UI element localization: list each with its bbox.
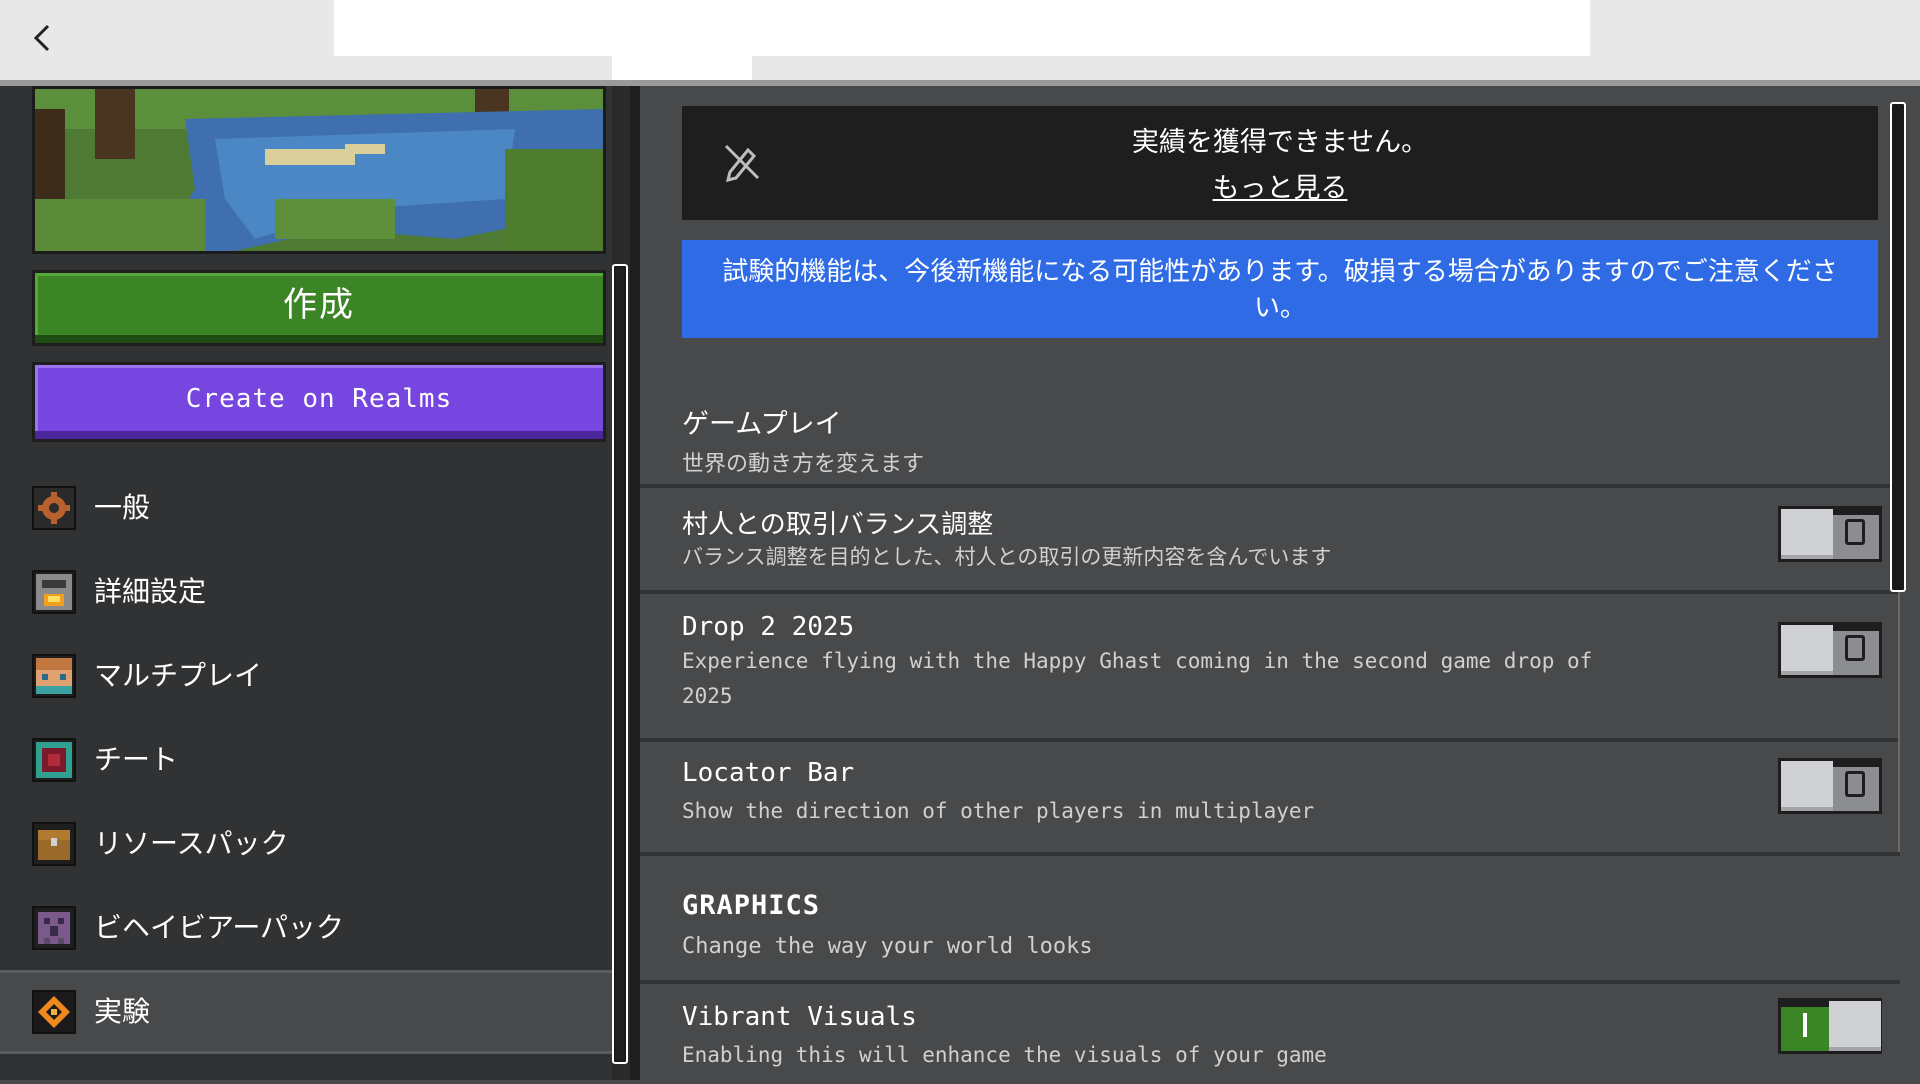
sidebar: 作成 Create on Realms 一般 詳細設定 マルチプレイ チート リ… — [0, 86, 630, 1080]
setting-description: Enabling this will enhance the visuals o… — [682, 1043, 1327, 1067]
chest-icon — [32, 822, 76, 866]
setting-row-villager-trade: 村人との取引バランス調整 バランス調整を目的とした、村人との取引の更新内容を含ん… — [640, 484, 1900, 584]
content-scrollbar-thumb[interactable] — [1890, 102, 1906, 592]
achievement-warning: 実績を獲得できません。 もっと見る — [682, 106, 1878, 220]
create-button[interactable]: 作成 — [32, 270, 606, 346]
sidebar-item-label: リソースパック — [94, 827, 289, 860]
achievement-warning-text: 実績を獲得できません。 — [1131, 127, 1429, 158]
setting-row-locator-bar: Locator Bar Show the direction of other … — [640, 738, 1900, 844]
toggle-knob — [1781, 509, 1833, 559]
setting-title: Drop 2 2025 — [682, 612, 855, 642]
toggle-knob — [1829, 1001, 1881, 1051]
sidebar-content: 作成 Create on Realms 一般 詳細設定 マルチプレイ チート リ… — [0, 86, 612, 1080]
section-subtitle-graphics: Change the way your world looks — [682, 934, 1093, 959]
furnace-icon — [32, 570, 76, 614]
sidebar-item-resource-packs[interactable]: リソースパック — [0, 802, 612, 886]
villager-trade-toggle[interactable] — [1778, 506, 1882, 562]
toggle-off-glyph — [1845, 635, 1865, 661]
sidebar-item-label: 一般 — [94, 491, 151, 524]
content-scrollbar-track[interactable] — [1898, 592, 1900, 852]
section-subtitle-gameplay: 世界の動き方を変えます — [682, 452, 925, 477]
setting-description: バランス調整を目的とした、村人との取引の更新内容を含んでいます — [682, 545, 1332, 569]
back-button[interactable] — [22, 18, 62, 58]
create-on-realms-button[interactable]: Create on Realms — [32, 362, 606, 442]
experiments-panel: 実績を獲得できません。 もっと見る 試験的機能は、今後新機能になる可能性がありま… — [640, 86, 1920, 1084]
command-block-icon — [32, 738, 76, 782]
toggle-on-glyph — [1803, 1013, 1807, 1037]
experiments-icon — [32, 990, 76, 1034]
creeper-icon — [32, 906, 76, 950]
vibrant-visuals-toggle[interactable] — [1778, 998, 1882, 1054]
sidebar-scrollbar-thumb[interactable] — [612, 264, 628, 1064]
setting-row-vibrant-visuals: Vibrant Visuals Enabling this will enhan… — [640, 980, 1900, 1084]
sidebar-item-cheats[interactable]: チート — [0, 718, 612, 802]
sidebar-item-label: チート — [94, 743, 179, 776]
setting-title: 村人との取引バランス調整 — [682, 510, 994, 540]
world-preview-image — [32, 86, 606, 254]
sidebar-item-advanced[interactable]: 詳細設定 — [0, 550, 612, 634]
sidebar-item-general[interactable]: 一般 — [0, 466, 612, 550]
gear-icon — [32, 486, 76, 530]
setting-description: Experience flying with the Happy Ghast c… — [682, 649, 1593, 708]
setting-title: Vibrant Visuals — [682, 1002, 917, 1032]
sidebar-item-behavior-packs[interactable]: ビヘイビアーパック — [0, 886, 612, 970]
experimental-notice: 試験的機能は、今後新機能になる可能性があります。破損する場合がありますのでご注意… — [682, 240, 1878, 338]
sidebar-item-label: 詳細設定 — [94, 575, 207, 608]
sidebar-item-label: ビヘイビアーパック — [94, 911, 345, 944]
sidebar-item-multiplayer[interactable]: マルチプレイ — [0, 634, 612, 718]
drop-2-2025-toggle[interactable] — [1778, 622, 1882, 678]
locator-bar-toggle[interactable] — [1778, 758, 1882, 814]
player-head-icon — [32, 654, 76, 698]
settings-nav: 一般 詳細設定 マルチプレイ チート リソースパック ビヘイビアーパック 実験 — [0, 466, 612, 1054]
title-area — [334, 0, 1590, 56]
setting-row-drop-2-2025: Drop 2 2025 Experience flying with the H… — [640, 590, 1900, 718]
setting-description: Show the direction of other players in m… — [682, 799, 1315, 823]
chevron-left-icon — [33, 24, 50, 52]
sidebar-item-label: 実験 — [94, 995, 151, 1028]
sidebar-item-experiments[interactable]: 実験 — [0, 970, 612, 1054]
panel-divider — [630, 86, 640, 1080]
toggle-off-glyph — [1845, 519, 1865, 545]
toggle-off-glyph — [1845, 771, 1865, 797]
learn-more-link[interactable]: もっと見る — [682, 166, 1878, 205]
section-title-graphics: GRAPHICS — [682, 890, 821, 921]
section-title-gameplay: ゲームプレイ — [682, 409, 842, 440]
setting-title: Locator Bar — [682, 758, 855, 788]
top-bar — [0, 0, 1920, 88]
toggle-knob — [1781, 761, 1833, 811]
sidebar-item-label: マルチプレイ — [94, 659, 263, 692]
toggle-knob — [1781, 625, 1833, 675]
